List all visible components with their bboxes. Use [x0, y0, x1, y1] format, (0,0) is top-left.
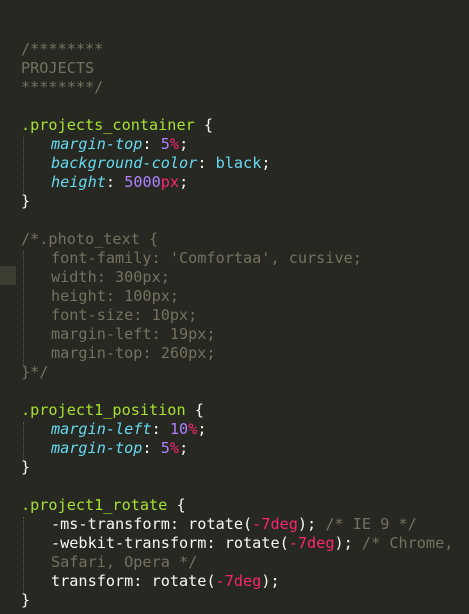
indent-guide — [23, 251, 24, 365]
code-line: .project1_rotate { — [21, 496, 186, 514]
code-line: margin-top: 260px; — [51, 344, 216, 362]
code-line: font-family: 'Comfortaa', cursive; — [51, 249, 362, 267]
indent-guide — [23, 137, 24, 194]
code-line: } — [21, 591, 31, 609]
code-line: .projects_container { — [21, 116, 214, 134]
code-line: background-color: black; — [51, 154, 271, 172]
code-line: Safari, Opera */ — [51, 553, 198, 571]
code-line: height: 100px; — [51, 287, 180, 305]
code-line: ********/ — [21, 78, 104, 96]
code-line: -webkit-transform: rotate(-7deg); /* Chr… — [51, 534, 454, 552]
code-line: margin-top: 5%; — [51, 439, 189, 457]
code-line: font-size: 10px; — [51, 306, 198, 324]
code-line: margin-left: 10%; — [51, 420, 207, 438]
code-line: /*.photo_text { — [21, 230, 159, 248]
code-line: margin-top: 5%; — [51, 135, 189, 153]
code-editor[interactable]: /******** PROJECTS ********/ .projects_c… — [0, 0, 469, 614]
code-line: } — [21, 192, 31, 210]
code-line: transform: rotate(-7deg); — [51, 572, 280, 590]
code-line: /******** — [21, 40, 104, 58]
code-line: margin-left: 19px; — [51, 325, 216, 343]
indent-guide — [23, 517, 24, 593]
code-line: width: 300px; — [51, 268, 170, 286]
code-line: height: 5000px; — [51, 173, 189, 191]
indent-guide — [23, 422, 24, 460]
gutter-marker — [0, 266, 16, 285]
code-line: }*/ — [21, 363, 49, 381]
code-line: } — [21, 458, 31, 476]
code-line: -ms-transform: rotate(-7deg); /* IE 9 */ — [51, 515, 417, 533]
code-line: PROJECTS — [21, 59, 95, 77]
code-line: .project1_position { — [21, 401, 204, 419]
